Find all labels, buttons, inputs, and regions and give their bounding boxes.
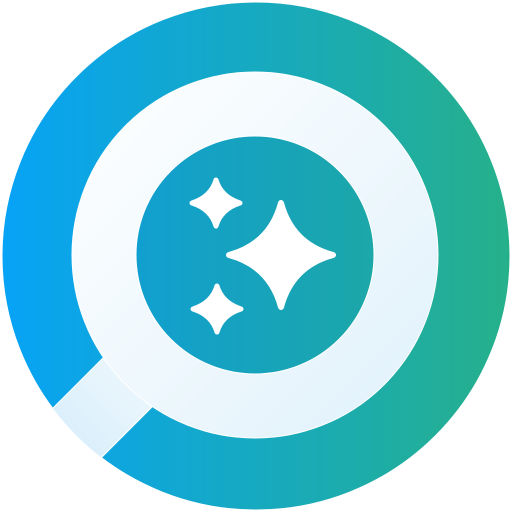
app-icon <box>0 0 512 512</box>
magnifier-sparkle-icon <box>1 1 511 511</box>
